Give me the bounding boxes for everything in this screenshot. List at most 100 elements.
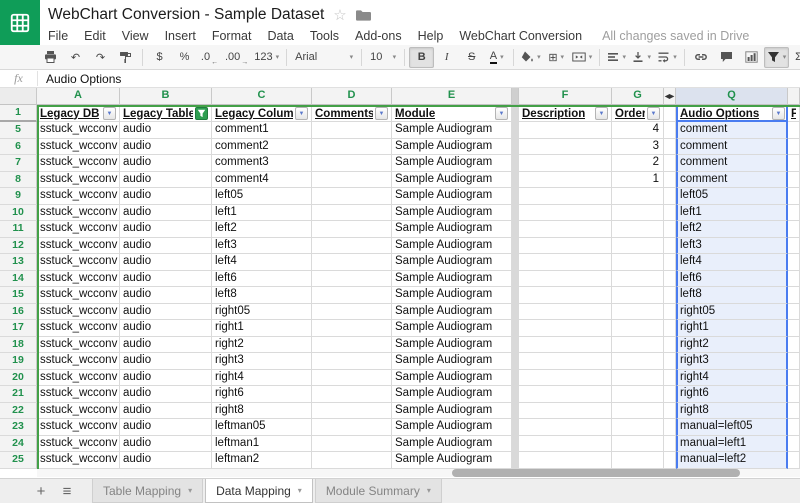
cell-B10[interactable]: audio xyxy=(120,205,212,222)
cell-R10[interactable] xyxy=(788,205,800,222)
cell-C25[interactable]: leftman2 xyxy=(212,452,312,469)
cell-R25[interactable] xyxy=(788,452,800,469)
cell-B7[interactable]: audio xyxy=(120,155,212,172)
cell-G8[interactable]: 1 xyxy=(612,172,664,189)
cell-A16[interactable]: sstuck_wcconv xyxy=(37,304,120,321)
cell-G18[interactable] xyxy=(612,337,664,354)
cell-A10[interactable]: sstuck_wcconv xyxy=(37,205,120,222)
cell-R12[interactable] xyxy=(788,238,800,255)
column-header-C[interactable]: C xyxy=(212,88,312,105)
cell-G5[interactable]: 4 xyxy=(612,122,664,139)
cell-D25[interactable] xyxy=(312,452,392,469)
row-header-25[interactable]: 25 xyxy=(0,452,37,469)
undo-button[interactable]: ↶ xyxy=(63,47,88,68)
cell-A9[interactable]: sstuck_wcconv xyxy=(37,188,120,205)
header-cell-F[interactable]: Description▼ xyxy=(519,105,612,122)
hidden-columns-indicator[interactable]: ◀▶ xyxy=(664,88,676,105)
row-header-22[interactable]: 22 xyxy=(0,403,37,420)
cell-G6[interactable]: 3 xyxy=(612,139,664,156)
cell-A25[interactable]: sstuck_wcconv xyxy=(37,452,120,469)
text-wrap-button[interactable]: ▾ xyxy=(654,47,680,68)
cell-E10[interactable]: Sample Audiogram xyxy=(392,205,512,222)
filter-dropdown-button-F[interactable]: ▼ xyxy=(595,107,608,120)
cell-Q15[interactable]: left8 xyxy=(676,287,788,304)
sheets-logo-icon[interactable] xyxy=(0,0,40,45)
cell-C18[interactable]: right2 xyxy=(212,337,312,354)
all-sheets-button[interactable]: ≡ xyxy=(54,479,80,503)
cell-B22[interactable]: audio xyxy=(120,403,212,420)
cell-Q8[interactable]: comment xyxy=(676,172,788,189)
cell-B11[interactable]: audio xyxy=(120,221,212,238)
menu-add-ons[interactable]: Add-ons xyxy=(347,29,410,43)
cell-A11[interactable]: sstuck_wcconv xyxy=(37,221,120,238)
cell-A19[interactable]: sstuck_wcconv xyxy=(37,353,120,370)
cell-D19[interactable] xyxy=(312,353,392,370)
cell-E19[interactable]: Sample Audiogram xyxy=(392,353,512,370)
cell-E17[interactable]: Sample Audiogram xyxy=(392,320,512,337)
cell-B8[interactable]: audio xyxy=(120,172,212,189)
row-header-13[interactable]: 13 xyxy=(0,254,37,271)
cell-D22[interactable] xyxy=(312,403,392,420)
cell-A24[interactable]: sstuck_wcconv xyxy=(37,436,120,453)
cell-Q17[interactable]: right1 xyxy=(676,320,788,337)
cell-F9[interactable] xyxy=(519,188,612,205)
cell-C5[interactable]: comment1 xyxy=(212,122,312,139)
header-cell-Q[interactable]: Audio Options▼ xyxy=(676,105,788,122)
cell-F16[interactable] xyxy=(519,304,612,321)
cell-C6[interactable]: comment2 xyxy=(212,139,312,156)
cell-R15[interactable] xyxy=(788,287,800,304)
cell-G15[interactable] xyxy=(612,287,664,304)
cell-C19[interactable]: right3 xyxy=(212,353,312,370)
row-header-10[interactable]: 10 xyxy=(0,205,37,222)
cell-B5[interactable]: audio xyxy=(120,122,212,139)
bold-button[interactable]: B xyxy=(409,47,434,68)
cell-E21[interactable]: Sample Audiogram xyxy=(392,386,512,403)
cell-Q25[interactable]: manual=left2 xyxy=(676,452,788,469)
cell-E24[interactable]: Sample Audiogram xyxy=(392,436,512,453)
cell-G16[interactable] xyxy=(612,304,664,321)
cell-F13[interactable] xyxy=(519,254,612,271)
cell-Q12[interactable]: left3 xyxy=(676,238,788,255)
filter-button[interactable]: ▾ xyxy=(764,47,790,68)
cell-F24[interactable] xyxy=(519,436,612,453)
row-header-7[interactable]: 7 xyxy=(0,155,37,172)
cell-G21[interactable] xyxy=(612,386,664,403)
row-header-23[interactable]: 23 xyxy=(0,419,37,436)
cell-D9[interactable] xyxy=(312,188,392,205)
merge-cells-button[interactable]: ▾ xyxy=(569,47,596,68)
cell-C16[interactable]: right05 xyxy=(212,304,312,321)
cell-Q7[interactable]: comment xyxy=(676,155,788,172)
cell-D10[interactable] xyxy=(312,205,392,222)
menu-insert[interactable]: Insert xyxy=(157,29,204,43)
expand-hidden-columns-icon[interactable]: ◀▶ xyxy=(664,89,675,100)
filter-dropdown-button-Q[interactable]: ▼ xyxy=(772,107,785,120)
redo-button[interactable]: ↷ xyxy=(88,47,113,68)
row-header-8[interactable]: 8 xyxy=(0,172,37,189)
cell-E12[interactable]: Sample Audiogram xyxy=(392,238,512,255)
more-formats-button[interactable]: 123▾ xyxy=(251,47,282,68)
cell-Q16[interactable]: right05 xyxy=(676,304,788,321)
cell-B19[interactable]: audio xyxy=(120,353,212,370)
column-header-Q[interactable]: Q xyxy=(676,88,788,105)
cell-B21[interactable]: audio xyxy=(120,386,212,403)
cell-R14[interactable] xyxy=(788,271,800,288)
cell-G14[interactable] xyxy=(612,271,664,288)
cell-B18[interactable]: audio xyxy=(120,337,212,354)
cell-F15[interactable] xyxy=(519,287,612,304)
cell-R24[interactable] xyxy=(788,436,800,453)
cell-B14[interactable]: audio xyxy=(120,271,212,288)
cell-D24[interactable] xyxy=(312,436,392,453)
cell-B13[interactable]: audio xyxy=(120,254,212,271)
cell-Q9[interactable]: left05 xyxy=(676,188,788,205)
horizontal-scrollbar-thumb[interactable] xyxy=(452,469,740,477)
print-button[interactable] xyxy=(38,47,63,68)
header-cell-A[interactable]: Legacy DB▼ xyxy=(37,105,120,122)
cell-Q11[interactable]: left2 xyxy=(676,221,788,238)
formula-bar-value[interactable]: Audio Options xyxy=(38,72,121,86)
cell-D20[interactable] xyxy=(312,370,392,387)
cell-R21[interactable] xyxy=(788,386,800,403)
cell-F6[interactable] xyxy=(519,139,612,156)
cell-C13[interactable]: left4 xyxy=(212,254,312,271)
decrease-decimal-places-button[interactable]: .0← xyxy=(197,47,222,68)
sheet-tab-menu-icon[interactable]: ▾ xyxy=(427,486,431,495)
